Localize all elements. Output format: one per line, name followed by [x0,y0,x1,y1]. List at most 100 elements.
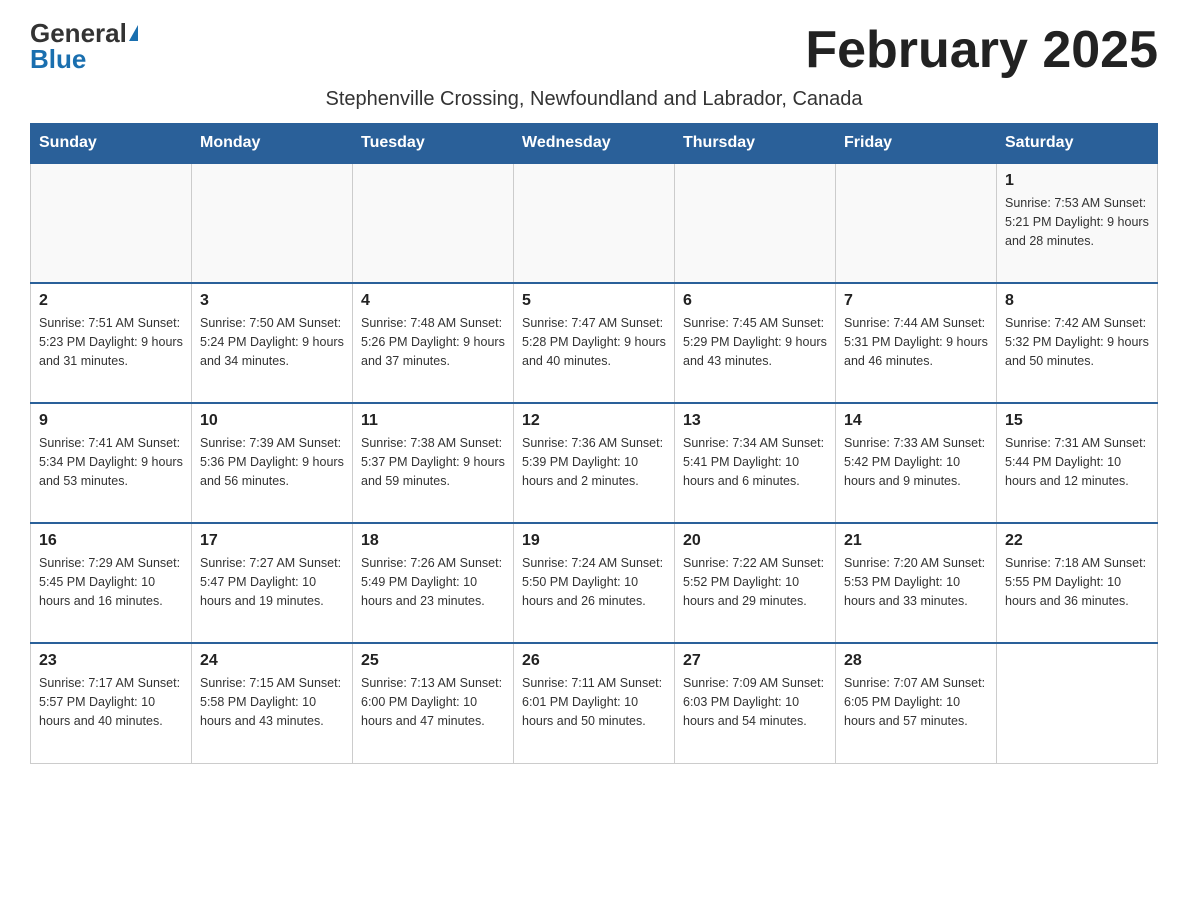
day-info: Sunrise: 7:20 AM Sunset: 5:53 PM Dayligh… [844,554,988,610]
day-info: Sunrise: 7:27 AM Sunset: 5:47 PM Dayligh… [200,554,344,610]
header-cell-monday: Monday [192,124,353,164]
day-number: 26 [522,652,666,670]
day-info: Sunrise: 7:42 AM Sunset: 5:32 PM Dayligh… [1005,314,1149,370]
day-info: Sunrise: 7:26 AM Sunset: 5:49 PM Dayligh… [361,554,505,610]
day-number: 11 [361,412,505,430]
header-cell-tuesday: Tuesday [353,124,514,164]
header-cell-friday: Friday [836,124,997,164]
day-info: Sunrise: 7:29 AM Sunset: 5:45 PM Dayligh… [39,554,183,610]
calendar-cell: 22 Sunrise: 7:18 AM Sunset: 5:55 PM Dayli… [997,523,1158,643]
day-number: 3 [200,292,344,310]
calendar-cell: 6 Sunrise: 7:45 AM Sunset: 5:29 PM Daylig… [675,283,836,403]
calendar-body: 1Sunrise: 7:53 AM Sunset: 5:21 PM Daylig… [31,163,1158,763]
calendar-cell: 9 Sunrise: 7:41 AM Sunset: 5:34 PM Daylig… [31,403,192,523]
day-number: 5 [522,292,666,310]
calendar-cell: 11 Sunrise: 7:38 AM Sunset: 5:37 PM Dayli… [353,403,514,523]
calendar-cell: 18 Sunrise: 7:26 AM Sunset: 5:49 PM Dayli… [353,523,514,643]
calendar-cell [675,163,836,283]
calendar-cell: 16 Sunrise: 7:29 AM Sunset: 5:45 PM Dayli… [31,523,192,643]
calendar-cell: 8 Sunrise: 7:42 AM Sunset: 5:32 PM Daylig… [997,283,1158,403]
day-number: 18 [361,532,505,550]
week-row-5: 23 Sunrise: 7:17 AM Sunset: 5:57 PM Dayli… [31,643,1158,763]
calendar-cell [192,163,353,283]
logo-general-text: General [30,20,127,46]
calendar-cell: 24 Sunrise: 7:15 AM Sunset: 5:58 PM Dayli… [192,643,353,763]
day-info: Sunrise: 7:48 AM Sunset: 5:26 PM Dayligh… [361,314,505,370]
day-number: 24 [200,652,344,670]
calendar-cell [997,643,1158,763]
day-info: Sunrise: 7:44 AM Sunset: 5:31 PM Dayligh… [844,314,988,370]
day-number: 23 [39,652,183,670]
logo-blue-text: Blue [30,46,86,72]
calendar-cell [31,163,192,283]
header-cell-thursday: Thursday [675,124,836,164]
day-info: Sunrise: 7:53 AM Sunset: 5:21 PM Dayligh… [1005,194,1149,250]
calendar-cell: 4 Sunrise: 7:48 AM Sunset: 5:26 PM Daylig… [353,283,514,403]
day-info: Sunrise: 7:38 AM Sunset: 5:37 PM Dayligh… [361,434,505,490]
day-info: Sunrise: 7:18 AM Sunset: 5:55 PM Dayligh… [1005,554,1149,610]
day-number: 6 [683,292,827,310]
week-row-3: 9 Sunrise: 7:41 AM Sunset: 5:34 PM Daylig… [31,403,1158,523]
day-number: 2 [39,292,183,310]
calendar-cell: 21 Sunrise: 7:20 AM Sunset: 5:53 PM Dayli… [836,523,997,643]
header-row: SundayMondayTuesdayWednesdayThursdayFrid… [31,124,1158,164]
calendar-cell: 17 Sunrise: 7:27 AM Sunset: 5:47 PM Dayli… [192,523,353,643]
header-cell-sunday: Sunday [31,124,192,164]
day-info: Sunrise: 7:41 AM Sunset: 5:34 PM Dayligh… [39,434,183,490]
day-number: 25 [361,652,505,670]
day-info: Sunrise: 7:13 AM Sunset: 6:00 PM Dayligh… [361,674,505,730]
day-number: 8 [1005,292,1149,310]
day-info: Sunrise: 7:33 AM Sunset: 5:42 PM Dayligh… [844,434,988,490]
calendar-table: SundayMondayTuesdayWednesdayThursdayFrid… [30,123,1158,764]
day-info: Sunrise: 7:45 AM Sunset: 5:29 PM Dayligh… [683,314,827,370]
day-info: Sunrise: 7:15 AM Sunset: 5:58 PM Dayligh… [200,674,344,730]
page-subtitle: Stephenville Crossing, Newfoundland and … [30,88,1158,111]
week-row-2: 2 Sunrise: 7:51 AM Sunset: 5:23 PM Daylig… [31,283,1158,403]
day-number: 12 [522,412,666,430]
day-number: 14 [844,412,988,430]
header-cell-wednesday: Wednesday [514,124,675,164]
day-number: 16 [39,532,183,550]
day-number: 15 [1005,412,1149,430]
day-info: Sunrise: 7:50 AM Sunset: 5:24 PM Dayligh… [200,314,344,370]
day-info: Sunrise: 7:11 AM Sunset: 6:01 PM Dayligh… [522,674,666,730]
day-info: Sunrise: 7:17 AM Sunset: 5:57 PM Dayligh… [39,674,183,730]
day-info: Sunrise: 7:34 AM Sunset: 5:41 PM Dayligh… [683,434,827,490]
calendar-cell [353,163,514,283]
day-number: 7 [844,292,988,310]
day-number: 17 [200,532,344,550]
calendar-cell: 3 Sunrise: 7:50 AM Sunset: 5:24 PM Daylig… [192,283,353,403]
calendar-cell [836,163,997,283]
day-number: 10 [200,412,344,430]
day-number: 21 [844,532,988,550]
day-info: Sunrise: 7:09 AM Sunset: 6:03 PM Dayligh… [683,674,827,730]
day-number: 4 [361,292,505,310]
calendar-cell: 2 Sunrise: 7:51 AM Sunset: 5:23 PM Daylig… [31,283,192,403]
day-number: 9 [39,412,183,430]
calendar-cell: 15 Sunrise: 7:31 AM Sunset: 5:44 PM Dayli… [997,403,1158,523]
calendar-cell: 20 Sunrise: 7:22 AM Sunset: 5:52 PM Dayli… [675,523,836,643]
calendar-cell: 10Sunrise: 7:39 AM Sunset: 5:36 PM Dayli… [192,403,353,523]
day-number: 22 [1005,532,1149,550]
calendar-cell: 19Sunrise: 7:24 AM Sunset: 5:50 PM Dayli… [514,523,675,643]
calendar-cell: 1Sunrise: 7:53 AM Sunset: 5:21 PM Daylig… [997,163,1158,283]
calendar-cell: 23 Sunrise: 7:17 AM Sunset: 5:57 PM Dayli… [31,643,192,763]
calendar-cell: 14 Sunrise: 7:33 AM Sunset: 5:42 PM Dayli… [836,403,997,523]
calendar-cell: 12Sunrise: 7:36 AM Sunset: 5:39 PM Dayli… [514,403,675,523]
calendar-cell: 26 Sunrise: 7:11 AM Sunset: 6:01 PM Dayli… [514,643,675,763]
day-number: 28 [844,652,988,670]
day-number: 20 [683,532,827,550]
calendar-cell: 27Sunrise: 7:09 AM Sunset: 6:03 PM Dayli… [675,643,836,763]
calendar-cell: 25 Sunrise: 7:13 AM Sunset: 6:00 PM Dayli… [353,643,514,763]
day-info: Sunrise: 7:22 AM Sunset: 5:52 PM Dayligh… [683,554,827,610]
calendar-cell [514,163,675,283]
day-number: 13 [683,412,827,430]
day-info: Sunrise: 7:47 AM Sunset: 5:28 PM Dayligh… [522,314,666,370]
calendar-cell: 13 Sunrise: 7:34 AM Sunset: 5:41 PM Dayli… [675,403,836,523]
calendar-cell: 7 Sunrise: 7:44 AM Sunset: 5:31 PM Daylig… [836,283,997,403]
header-cell-saturday: Saturday [997,124,1158,164]
day-info: Sunrise: 7:51 AM Sunset: 5:23 PM Dayligh… [39,314,183,370]
calendar-cell: 5 Sunrise: 7:47 AM Sunset: 5:28 PM Daylig… [514,283,675,403]
day-info: Sunrise: 7:31 AM Sunset: 5:44 PM Dayligh… [1005,434,1149,490]
logo-triangle-icon [129,25,138,41]
